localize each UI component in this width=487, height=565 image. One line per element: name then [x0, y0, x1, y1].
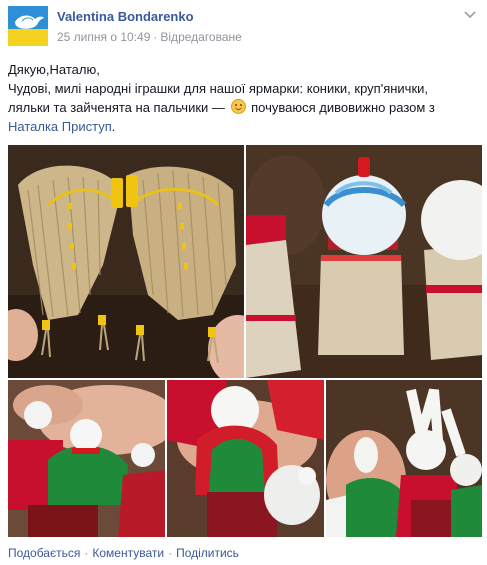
photo-burlap-dolls[interactable]	[246, 145, 482, 378]
post-text: Дякую,Наталю, Чудові, милі народні іграш…	[8, 60, 480, 136]
tagged-suffix: .	[111, 119, 116, 134]
text-line-1: Дякую,Наталю,	[8, 62, 100, 77]
edited-label[interactable]: Відредаговане	[160, 30, 241, 44]
comment-link[interactable]: Коментувати	[92, 546, 164, 560]
tagged-person-link[interactable]: Наталка Приступ	[8, 119, 112, 134]
post-meta: 25 липня о 10:49 · Відредаговане	[57, 30, 242, 44]
meta-separator: ·	[153, 30, 158, 44]
chevron-down-icon	[464, 11, 476, 19]
text-line-3-end: почуваюся дивовижно разом з	[247, 100, 435, 115]
share-link[interactable]: Поділитись	[176, 546, 239, 560]
author-avatar[interactable]	[8, 6, 48, 46]
photo-finger-dolls-2[interactable]	[167, 380, 324, 537]
post-options-button[interactable]	[462, 6, 478, 22]
text-line-3: ляльки та зайченята на пальчики — почува…	[8, 98, 480, 117]
post-timestamp[interactable]: 25 липня о 10:49	[57, 30, 150, 44]
text-line-3-start: ляльки та зайченята на пальчики —	[8, 100, 229, 115]
photo-twine-horses[interactable]	[8, 145, 244, 378]
photo-bunny-dolls[interactable]	[326, 380, 482, 537]
photo-finger-dolls-1[interactable]	[8, 380, 165, 537]
post-actions: Подобається · Коментувати · Поділитись	[8, 546, 239, 560]
like-link[interactable]: Подобається	[8, 546, 80, 560]
text-line-2: Чудові, милі народні іграшки для нашої я…	[8, 81, 429, 96]
author-name[interactable]: Valentina Bondarenko	[57, 9, 194, 24]
smiley-icon	[230, 99, 246, 114]
actions-separator: ·	[84, 546, 89, 560]
actions-separator: ·	[168, 546, 173, 560]
facebook-post: Valentina Bondarenko 25 липня о 10:49 · Ві…	[0, 0, 487, 565]
dove-icon	[15, 15, 44, 29]
text-line-4: Наталка Приступ.	[8, 117, 480, 136]
